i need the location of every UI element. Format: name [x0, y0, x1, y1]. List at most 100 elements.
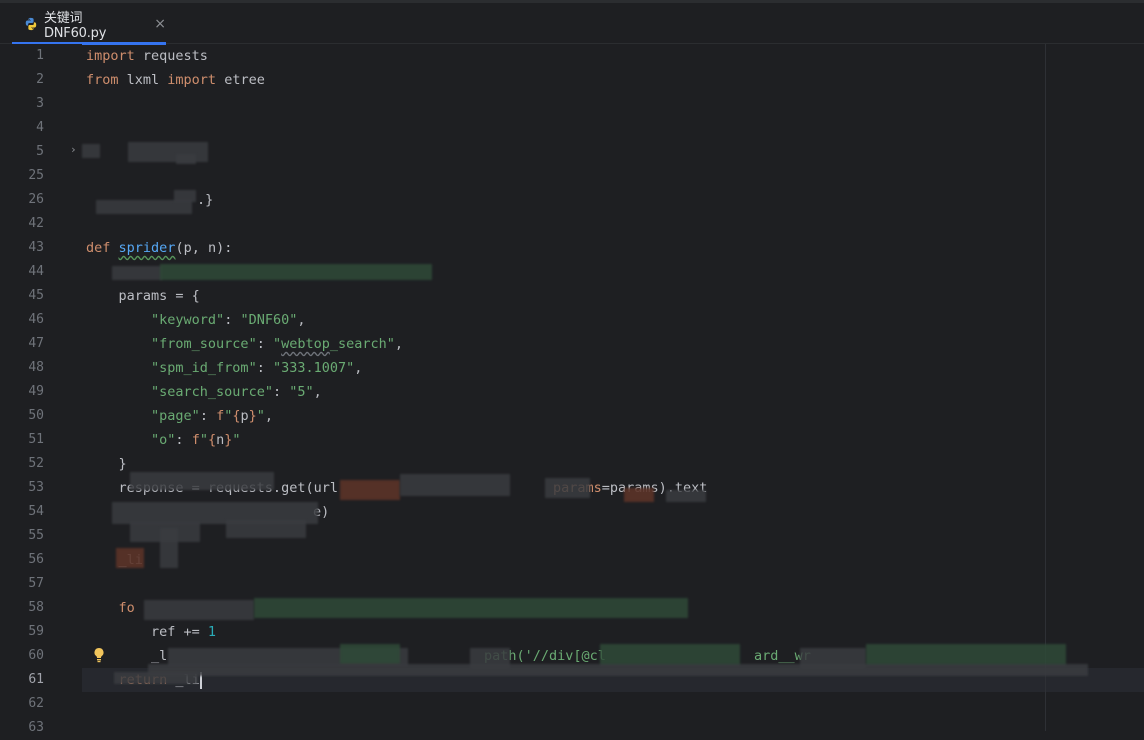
line-number: 44 [28, 264, 44, 279]
redaction-block [112, 266, 162, 280]
string: "keyword" [151, 312, 225, 328]
redaction-block [600, 644, 740, 666]
line-number: 51 [28, 432, 44, 447]
redaction-block [340, 480, 400, 500]
keyword: def [86, 240, 111, 256]
string: "DNF60" [240, 312, 298, 328]
line-number: 2 [36, 72, 44, 87]
redaction-block [96, 200, 192, 214]
code-line: def sprider(p, n): [86, 236, 232, 260]
redaction-block [545, 478, 590, 498]
redaction-block [130, 472, 274, 490]
code-line: fo [86, 596, 135, 620]
fstring-prefix: f [191, 432, 200, 448]
keyword: import [86, 48, 135, 64]
tab-filename: 关键词DNF60.py [43, 10, 107, 41]
keyword: from [86, 72, 119, 88]
code-line: .} [197, 188, 213, 212]
line-number: 43 [28, 240, 44, 255]
line-number: 61 [28, 672, 44, 687]
keyword: fo [86, 600, 135, 616]
code-text: ref += [86, 624, 208, 640]
redaction-block [400, 474, 510, 496]
code-text: (p, n): [175, 240, 233, 256]
line-number: 63 [28, 720, 44, 735]
line-number: 26 [28, 192, 44, 207]
redaction-block [174, 190, 196, 202]
function-name: sprider [118, 240, 176, 256]
redaction-block [144, 600, 254, 620]
line-number: 42 [28, 216, 44, 231]
fold-arrow-icon[interactable]: › [70, 144, 80, 155]
string: " [256, 408, 265, 424]
line-number: 1 [36, 48, 44, 63]
line-number: 49 [28, 384, 44, 399]
line-number: 53 [28, 480, 44, 495]
string: "333.1007" [272, 360, 355, 376]
code-line: "search_source": "5", [151, 384, 322, 400]
number: 1 [207, 624, 217, 640]
redaction-block [254, 598, 688, 618]
line-number: 3 [36, 96, 44, 111]
line-number: 47 [28, 336, 44, 351]
redaction-block [666, 490, 706, 502]
redaction-block [160, 528, 178, 568]
code-line: } [86, 452, 127, 476]
line-number: 50 [28, 408, 44, 423]
code-line: "spm_id_from": "333.1007", [151, 360, 363, 376]
line-number: 55 [28, 528, 44, 543]
code-line: import requests [86, 44, 208, 68]
code-line: ref += 1 [86, 620, 216, 644]
line-number: 59 [28, 624, 44, 639]
code-line: from lxml import etree [86, 68, 265, 92]
redaction-block [624, 488, 654, 502]
code-line: "keyword": "DNF60", [151, 312, 306, 328]
code-editor[interactable]: 1 2 3 4 5 25 26 42 43 44 45 46 47 48 49 50 51 52 53 54 55 56 5… [0, 44, 1144, 735]
line-number: 56 [28, 552, 44, 567]
close-icon[interactable]: × [154, 16, 166, 32]
code-text: lxml [118, 72, 168, 88]
redaction-block [340, 644, 400, 664]
string: " [272, 336, 282, 352]
string: "spm_id_from" [151, 360, 257, 376]
string: "5" [289, 384, 314, 400]
code-line: "page": f"{p}", [151, 408, 274, 424]
tab-file[interactable]: 关键词DNF60.py × [12, 3, 166, 45]
line-number: 54 [28, 504, 44, 519]
code-line: params = { [86, 284, 200, 308]
fstring-brace: { [232, 408, 241, 424]
code-text: p [240, 408, 249, 424]
line-number: 58 [28, 600, 44, 615]
line-number: 48 [28, 360, 44, 375]
redaction-block [226, 520, 306, 538]
string: " [199, 432, 208, 448]
keyword: import [167, 72, 217, 88]
editor-window: 关键词DNF60.py × 1 2 3 4 5 25 26 42 43 44 45 46 47 48 49 5… [0, 0, 1144, 735]
redaction-block [866, 644, 1066, 666]
redaction-block [148, 664, 1088, 676]
string: "search_source" [151, 384, 273, 400]
string: "page" [151, 408, 200, 424]
line-number: 62 [28, 696, 44, 711]
fstring-brace: } [248, 408, 257, 424]
string: "from_source" [151, 336, 257, 352]
code-line: "o": f"{n}" [151, 432, 241, 448]
fstring-prefix: f [216, 408, 225, 424]
code-text: etree [216, 72, 265, 88]
python-icon [25, 17, 37, 30]
string: _search" [329, 336, 395, 352]
redaction-block [114, 672, 198, 684]
code-text: params = { [86, 288, 200, 304]
line-number: 25 [28, 168, 44, 183]
code-text: } [86, 456, 127, 472]
line-number: 57 [28, 576, 44, 591]
line-number: 5 [36, 144, 44, 159]
line-number: 4 [36, 120, 44, 135]
tab-bar: 关键词DNF60.py × [0, 0, 1144, 45]
string: " [232, 432, 241, 448]
fstring-brace: { [207, 432, 217, 448]
redaction-block [116, 548, 144, 568]
redaction-block [128, 142, 208, 162]
line-number: 52 [28, 456, 44, 471]
code-line: "from_source": "webtop_search", [151, 336, 404, 352]
